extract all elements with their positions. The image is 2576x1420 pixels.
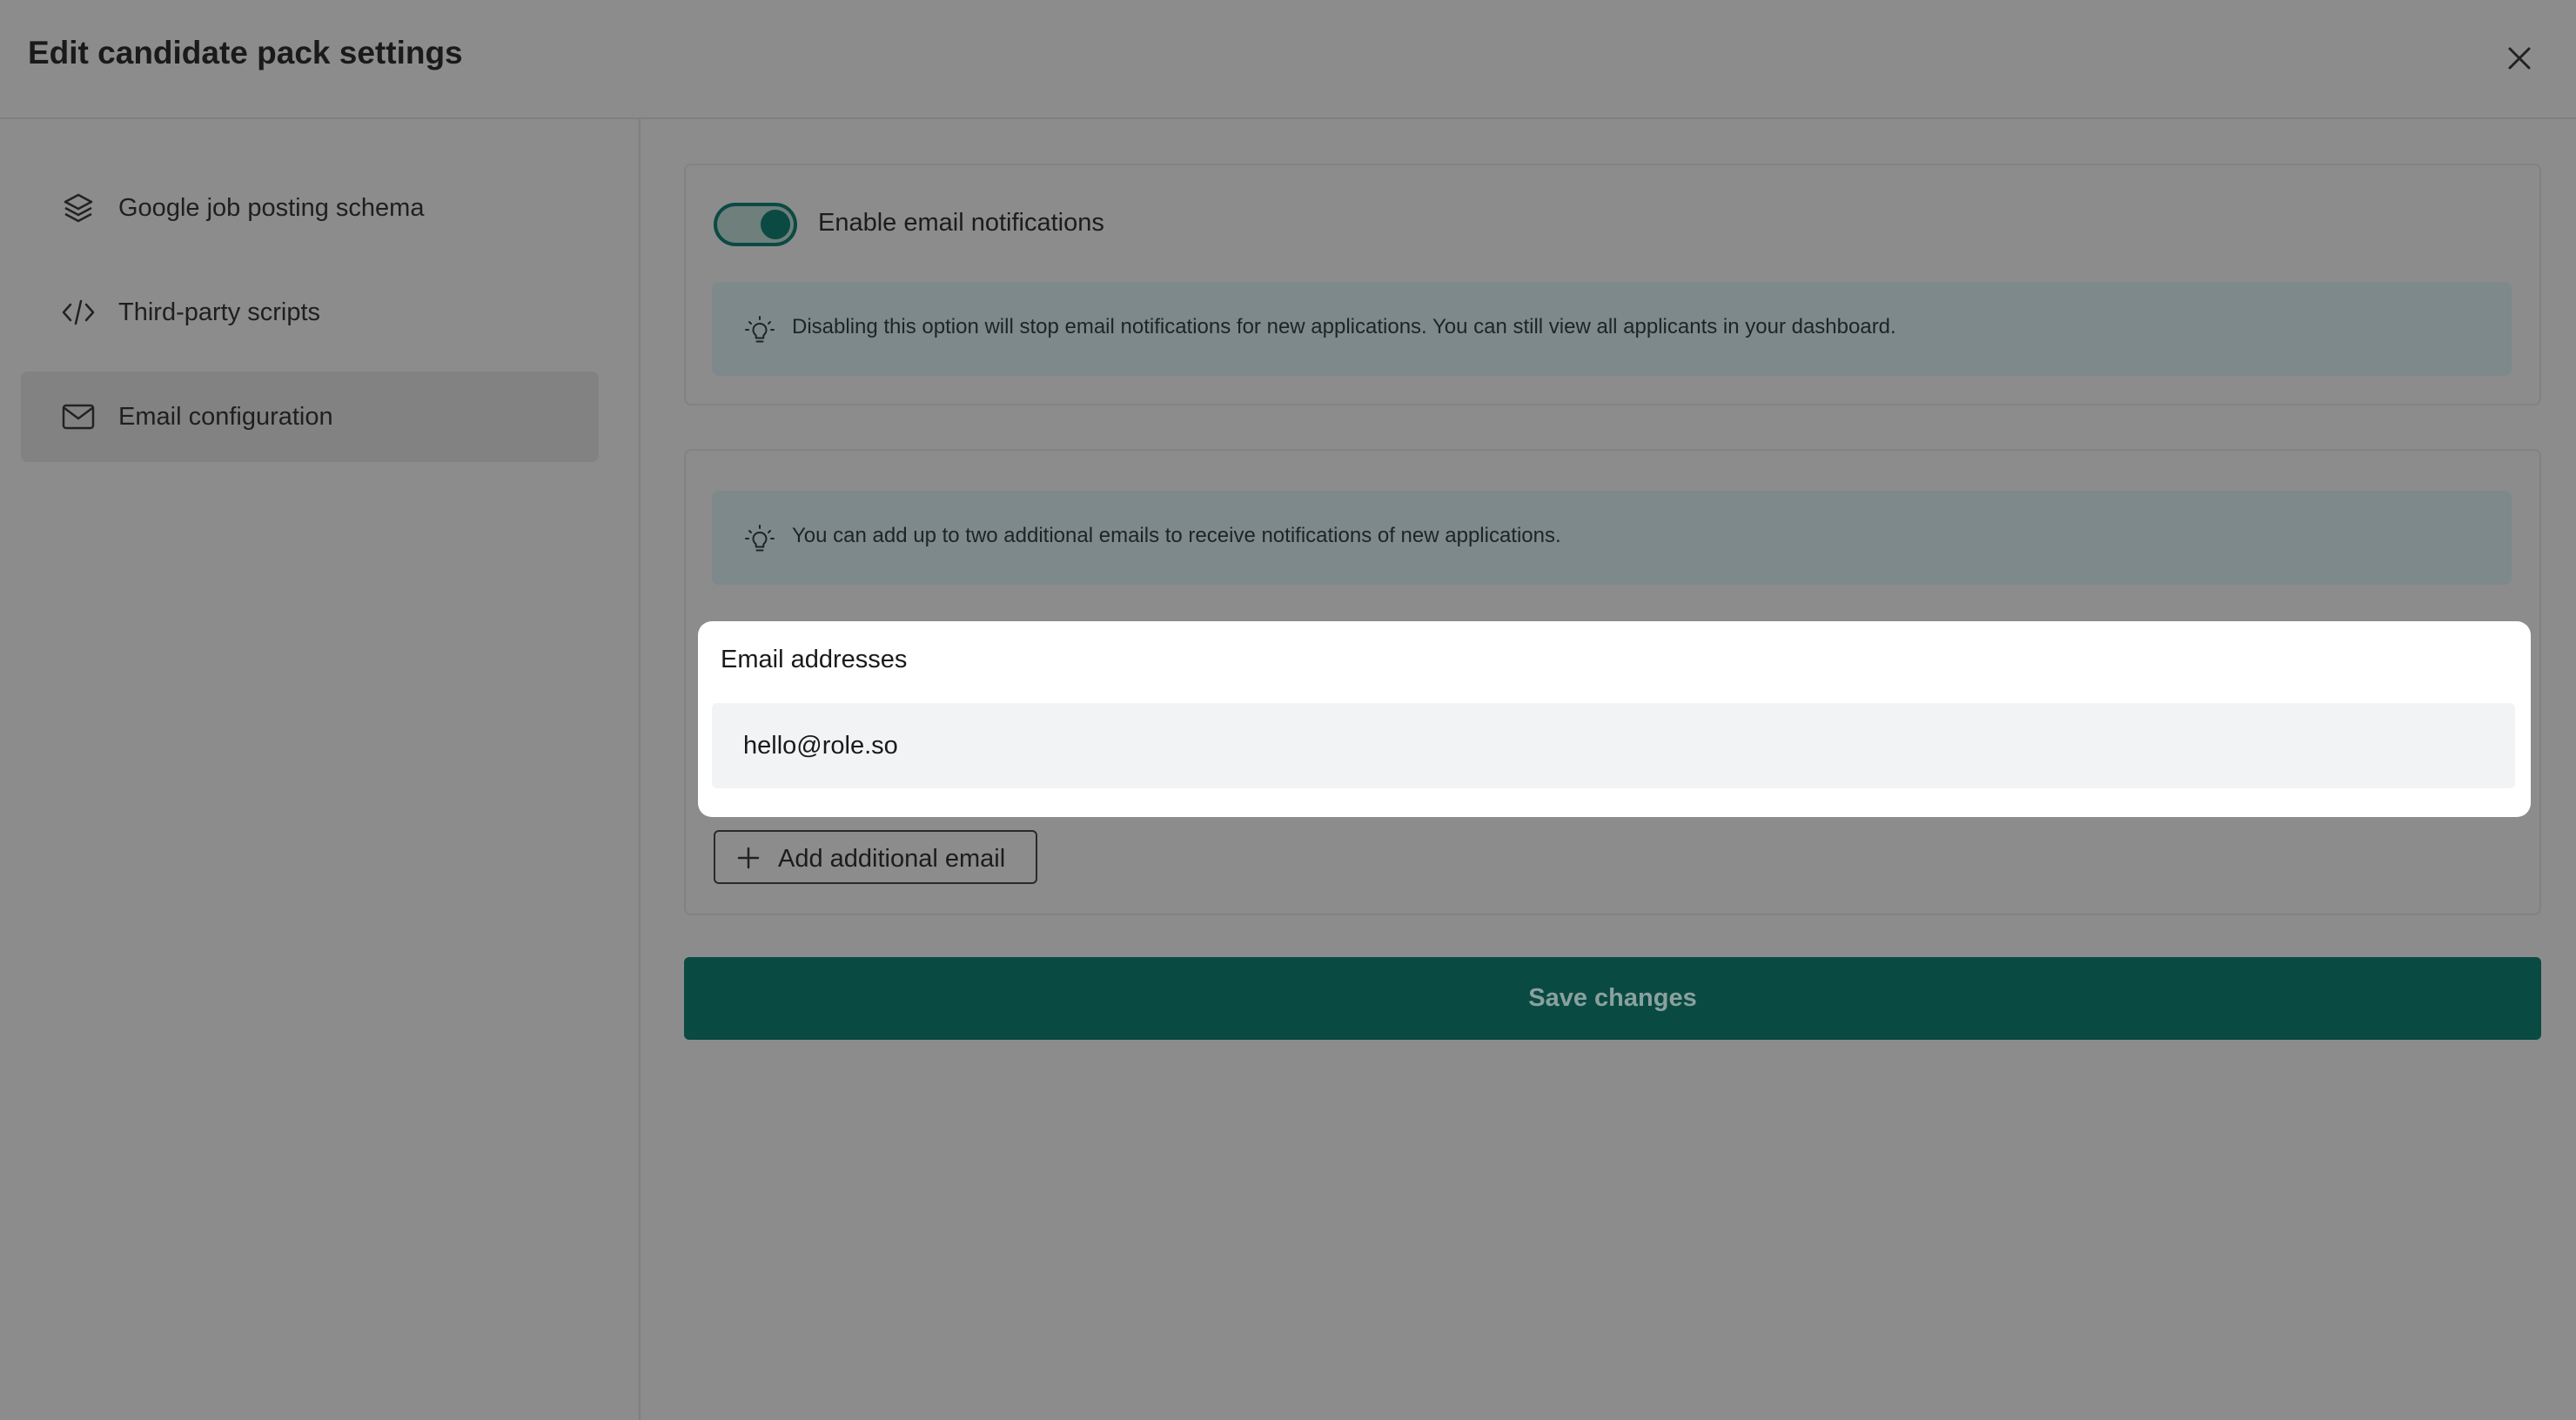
info-text: You can add up to two additional emails … <box>792 524 1561 547</box>
add-additional-email-button[interactable]: Add additional email <box>714 830 1037 884</box>
sidebar-item-label: Third-party scripts <box>118 298 321 326</box>
add-button-label: Add additional email <box>778 845 1006 873</box>
info-text: Disabling this option will stop email no… <box>792 315 1896 338</box>
toggle-knob <box>761 210 790 239</box>
sidebar-item-email-configuration[interactable]: Email configuration <box>21 372 599 462</box>
email-field[interactable] <box>712 703 2515 788</box>
save-button-label: Save changes <box>1528 984 1697 1012</box>
sidebar-item-google-job-posting-schema[interactable]: Google job posting schema <box>21 163 599 253</box>
layers-icon <box>61 191 96 225</box>
modal-header: Edit candidate pack settings <box>0 0 2576 119</box>
email-addresses-panel: Email addresses <box>698 621 2531 817</box>
lightbulb-icon <box>745 316 775 343</box>
plus-icon <box>737 847 760 869</box>
toggle-label: Enable email notifications <box>818 209 1104 237</box>
emails-info-box: You can add up to two additional emails … <box>712 491 2512 585</box>
sidebar-item-label: Email configuration <box>118 402 333 431</box>
notifications-info-box: Disabling this option will stop email no… <box>712 282 2512 376</box>
sidebar: Google job posting schema Third-party sc… <box>0 119 641 1420</box>
close-button[interactable] <box>2499 38 2539 78</box>
email-addresses-label: Email addresses <box>721 646 908 673</box>
mail-icon <box>61 399 96 434</box>
lightbulb-icon <box>745 525 775 552</box>
close-icon <box>2508 47 2531 70</box>
sidebar-item-third-party-scripts[interactable]: Third-party scripts <box>21 267 599 358</box>
page-title: Edit candidate pack settings <box>28 35 463 70</box>
save-changes-button[interactable]: Save changes <box>684 957 2541 1040</box>
sidebar-item-label: Google job posting schema <box>118 193 425 222</box>
code-icon <box>61 295 96 330</box>
email-notifications-toggle[interactable] <box>714 203 797 246</box>
